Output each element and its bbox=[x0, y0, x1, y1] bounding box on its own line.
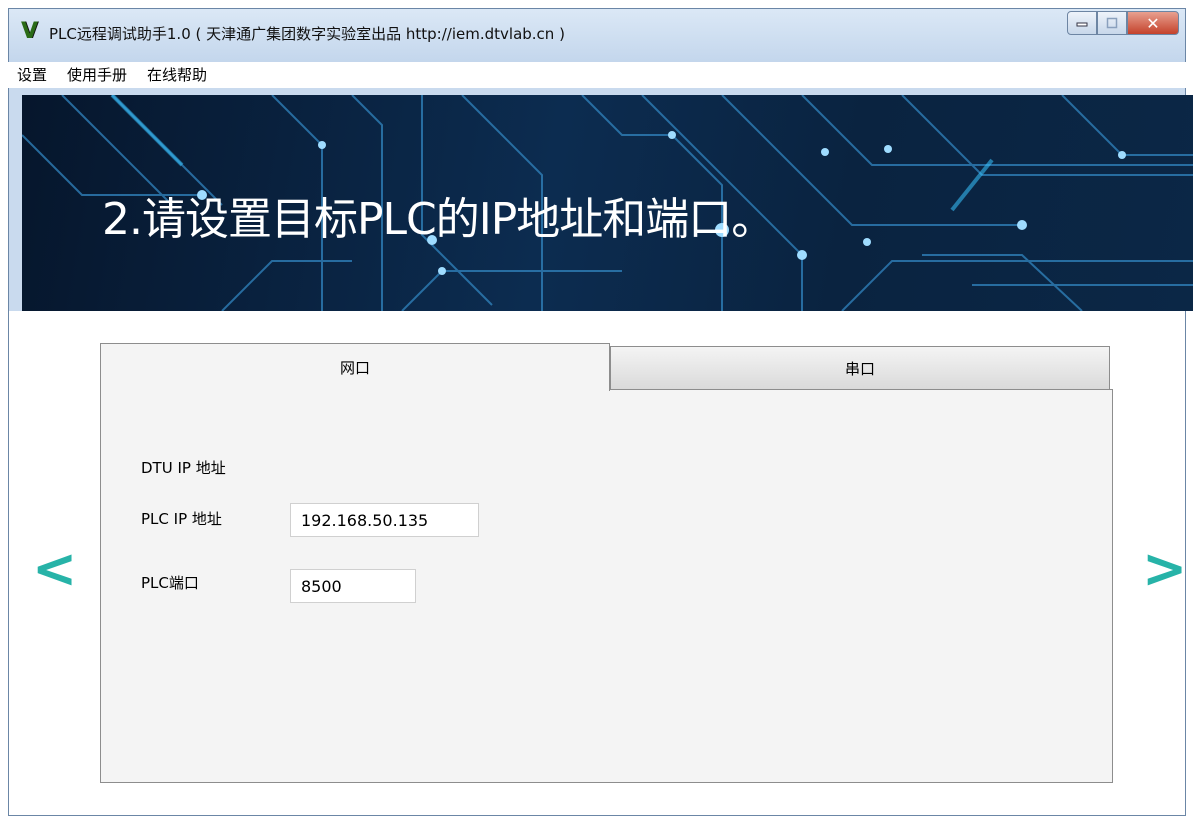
dtu-ip-label: DTU IP 地址 bbox=[141, 459, 226, 477]
next-button[interactable]: > bbox=[1142, 542, 1187, 596]
tab-serial-label: 串口 bbox=[844, 359, 875, 378]
title-bar[interactable]: V PLC远程调试助手1.0 ( 天津通广集团数字实验室出品 http://ie… bbox=[9, 9, 1185, 63]
tab-serial[interactable]: 串口 bbox=[610, 346, 1110, 390]
minimize-icon bbox=[1076, 22, 1088, 27]
menu-item-settings[interactable]: 设置 bbox=[8, 62, 58, 86]
prev-button[interactable]: < bbox=[32, 542, 77, 596]
window-controls: ✕ bbox=[1067, 11, 1179, 37]
maximize-button[interactable] bbox=[1097, 11, 1127, 35]
plc-port-label: PLC端口 bbox=[141, 574, 199, 592]
banner-title: 2.请设置目标PLC的IP地址和端口。 bbox=[102, 194, 775, 245]
minimize-button[interactable] bbox=[1067, 11, 1097, 35]
menu-item-online-help[interactable]: 在线帮助 bbox=[138, 62, 218, 86]
close-icon: ✕ bbox=[1146, 13, 1160, 33]
close-button[interactable]: ✕ bbox=[1127, 11, 1179, 35]
plc-ip-label: PLC IP 地址 bbox=[141, 510, 222, 528]
maximize-icon bbox=[1106, 17, 1118, 29]
plc-port-input[interactable]: 8500 bbox=[290, 569, 416, 603]
plc-ip-input[interactable]: 192.168.50.135 bbox=[290, 503, 479, 537]
tab-ethernet[interactable]: 网口 bbox=[100, 343, 610, 391]
tab-ethernet-label: 网口 bbox=[339, 359, 370, 377]
tab-panel-ethernet: DTU IP 地址 PLC IP 地址 192.168.50.135 PLC端口… bbox=[100, 389, 1113, 783]
banner: 2.请设置目标PLC的IP地址和端口。 bbox=[22, 95, 1193, 311]
window-title: PLC远程调试助手1.0 ( 天津通广集团数字实验室出品 http://iem.… bbox=[49, 25, 565, 43]
app-logo-icon: V bbox=[21, 19, 39, 44]
menu-item-manual[interactable]: 使用手册 bbox=[58, 62, 138, 86]
menu-bar: 设置 使用手册 在线帮助 bbox=[8, 62, 1186, 88]
connection-tabs: 网口 串口 DTU IP 地址 PLC IP 地址 192.168.50.135… bbox=[100, 343, 1113, 785]
